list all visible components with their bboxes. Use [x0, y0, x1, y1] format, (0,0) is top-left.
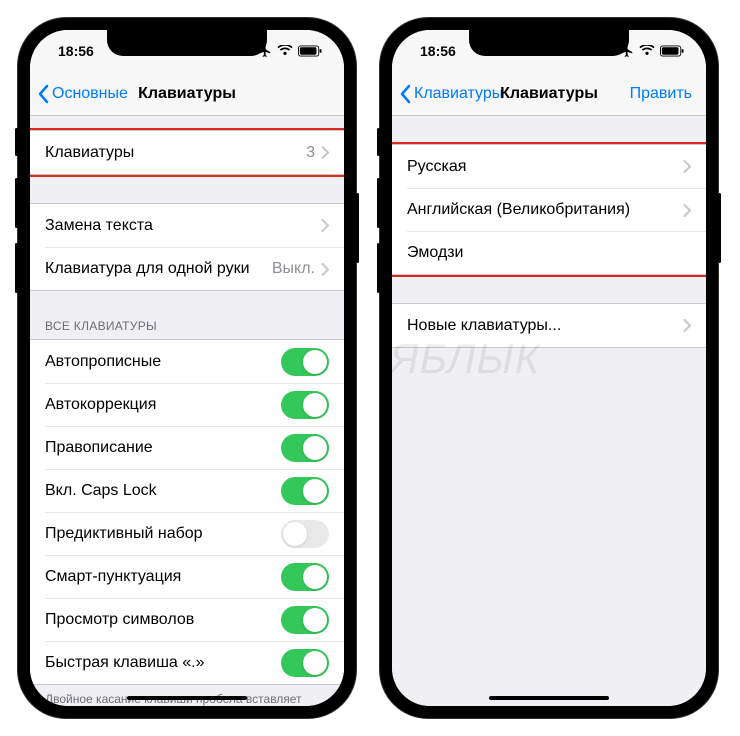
phone-right: 18:56 Клавиатуры Клавиатуры Править Русс… [380, 18, 718, 718]
chevron-left-icon [400, 84, 412, 104]
one-handed-keyboard-row[interactable]: Клавиатура для одной руки Выкл. [45, 247, 344, 290]
cell-label: Правописание [45, 439, 281, 457]
toggle-row: Автокоррекция [45, 383, 344, 426]
toggle-switch[interactable] [281, 563, 329, 591]
nav-bar: Основные Клавиатуры [30, 72, 344, 116]
cell-label: Русская [407, 158, 683, 176]
chevron-right-icon [321, 146, 329, 159]
keyboard-row[interactable]: Английская (Великобритания) [407, 188, 706, 231]
notch [469, 30, 629, 56]
toggle-switch[interactable] [281, 391, 329, 419]
phone-left: 18:56 Основные Клавиатуры К [18, 18, 356, 718]
cell-label: Клавиатура для одной руки [45, 260, 272, 278]
chevron-right-icon [683, 319, 691, 332]
cell-value: Выкл. [272, 260, 315, 278]
nav-title: Клавиатуры [500, 85, 598, 103]
toggle-switch[interactable] [281, 520, 329, 548]
cell-label: Английская (Великобритания) [407, 201, 683, 219]
cell-label: Просмотр символов [45, 611, 281, 629]
add-keyboard-row[interactable]: Новые клавиатуры... [392, 304, 706, 347]
battery-icon [660, 45, 684, 57]
status-time: 18:56 [58, 43, 94, 59]
cell-label: Автопрописные [45, 353, 281, 371]
cell-label: Быстрая клавиша «.» [45, 654, 281, 672]
toggle-switch[interactable] [281, 434, 329, 462]
edit-button[interactable]: Править [630, 85, 698, 103]
nav-back-label: Клавиатуры [414, 85, 503, 103]
chevron-right-icon [321, 219, 329, 232]
chevron-left-icon [38, 84, 50, 104]
nav-title: Клавиатуры [138, 85, 236, 103]
chevron-right-icon [683, 204, 691, 217]
battery-icon [298, 45, 322, 57]
nav-back-label: Основные [52, 85, 128, 103]
cell-label: Смарт-пунктуация [45, 568, 281, 586]
home-indicator [489, 696, 609, 700]
cell-label: Предиктивный набор [45, 525, 281, 543]
nav-bar: Клавиатуры Клавиатуры Править [392, 72, 706, 116]
toggle-row: Просмотр символов [45, 598, 344, 641]
cell-label: Эмодзи [407, 244, 691, 262]
toggle-switch[interactable] [281, 477, 329, 505]
toggle-row: Автопрописные [30, 340, 344, 383]
wifi-icon [639, 45, 655, 57]
keyboards-row[interactable]: Клавиатуры 3 [30, 131, 344, 174]
toggle-switch[interactable] [281, 348, 329, 376]
status-icons [258, 44, 322, 58]
keyboard-row[interactable]: Эмодзи [407, 231, 706, 274]
group-header-all-keyboards: ВСЕ КЛАВИАТУРЫ [30, 319, 344, 339]
cell-label: Автокоррекция [45, 396, 281, 414]
cell-label: Новые клавиатуры... [407, 317, 683, 335]
nav-back-button[interactable]: Основные [38, 84, 128, 104]
toggle-switch[interactable] [281, 606, 329, 634]
text-replacement-row[interactable]: Замена текста [30, 204, 344, 247]
toggle-switch[interactable] [281, 649, 329, 677]
toggle-row: Смарт-пунктуация [45, 555, 344, 598]
keyboards-content[interactable]: Русская Английская (Великобритания) Эмодзи… [392, 116, 706, 706]
chevron-right-icon [683, 160, 691, 173]
settings-content[interactable]: Клавиатуры 3 Замена текста Клавиатур [30, 116, 344, 706]
cell-value: 3 [306, 144, 315, 162]
chevron-right-icon [321, 263, 329, 276]
toggle-row: Вкл. Caps Lock [45, 469, 344, 512]
wifi-icon [277, 45, 293, 57]
cell-label: Замена текста [45, 217, 321, 235]
toggle-row: Быстрая клавиша «.» [45, 641, 344, 684]
status-icons [620, 44, 684, 58]
keyboard-row[interactable]: Русская [392, 145, 706, 188]
toggle-row: Правописание [45, 426, 344, 469]
toggle-row: Предиктивный набор [45, 512, 344, 555]
nav-back-button[interactable]: Клавиатуры [400, 84, 503, 104]
cell-label: Клавиатуры [45, 144, 306, 162]
home-indicator [127, 696, 247, 700]
status-time: 18:56 [420, 43, 456, 59]
notch [107, 30, 267, 56]
cell-label: Вкл. Caps Lock [45, 482, 281, 500]
